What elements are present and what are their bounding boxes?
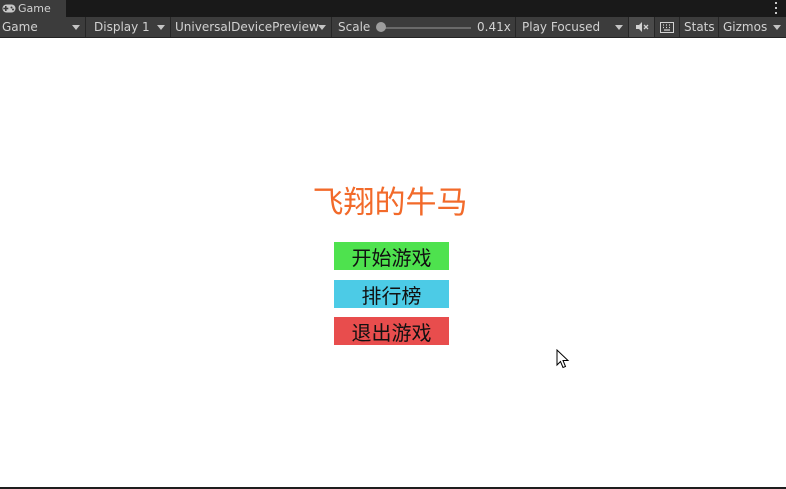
tab-menu-icon[interactable] bbox=[775, 2, 778, 14]
mode-dropdown[interactable]: Game bbox=[0, 17, 86, 37]
leaderboard-button[interactable]: 排行榜 bbox=[334, 280, 449, 308]
keyboard-icon bbox=[660, 21, 674, 33]
mode-dropdown-label: Game bbox=[2, 20, 38, 34]
mute-audio-button[interactable] bbox=[629, 17, 655, 37]
stats-label: Stats bbox=[684, 20, 715, 34]
editor-tab-strip: Game bbox=[0, 0, 786, 17]
scale-value: 0.41x bbox=[477, 20, 511, 34]
gamepad-icon bbox=[2, 4, 16, 13]
stats-toggle[interactable]: Stats bbox=[680, 17, 719, 37]
game-title: 飞翔的牛马 bbox=[312, 185, 468, 221]
start-game-button[interactable]: 开始游戏 bbox=[334, 242, 449, 270]
shortcuts-button[interactable] bbox=[655, 17, 680, 37]
display-dropdown[interactable]: Display 1 bbox=[86, 17, 171, 37]
gizmos-label: Gizmos bbox=[723, 20, 768, 34]
device-dropdown-label: UniversalDevicePreview bbox=[175, 20, 319, 34]
scale-slider-thumb[interactable] bbox=[376, 22, 386, 32]
display-dropdown-label: Display 1 bbox=[94, 20, 150, 34]
mouse-cursor-icon bbox=[556, 349, 570, 369]
chevron-down-icon bbox=[72, 25, 80, 30]
game-tab[interactable]: Game bbox=[0, 0, 66, 17]
scale-label: Scale bbox=[338, 20, 371, 34]
gizmos-dropdown[interactable]: Gizmos bbox=[719, 17, 786, 37]
scale-slider-track[interactable] bbox=[381, 27, 471, 29]
play-mode-label: Play Focused bbox=[522, 20, 601, 34]
game-tab-label: Game bbox=[18, 2, 51, 15]
chevron-down-icon bbox=[773, 25, 781, 30]
play-mode-dropdown[interactable]: Play Focused bbox=[516, 17, 629, 37]
speaker-muted-icon bbox=[635, 22, 648, 32]
device-dropdown[interactable]: UniversalDevicePreview bbox=[171, 17, 332, 37]
chevron-down-icon bbox=[157, 25, 165, 30]
chevron-down-icon bbox=[318, 25, 326, 30]
chevron-down-icon bbox=[615, 25, 623, 30]
quit-game-button[interactable]: 退出游戏 bbox=[334, 317, 449, 345]
